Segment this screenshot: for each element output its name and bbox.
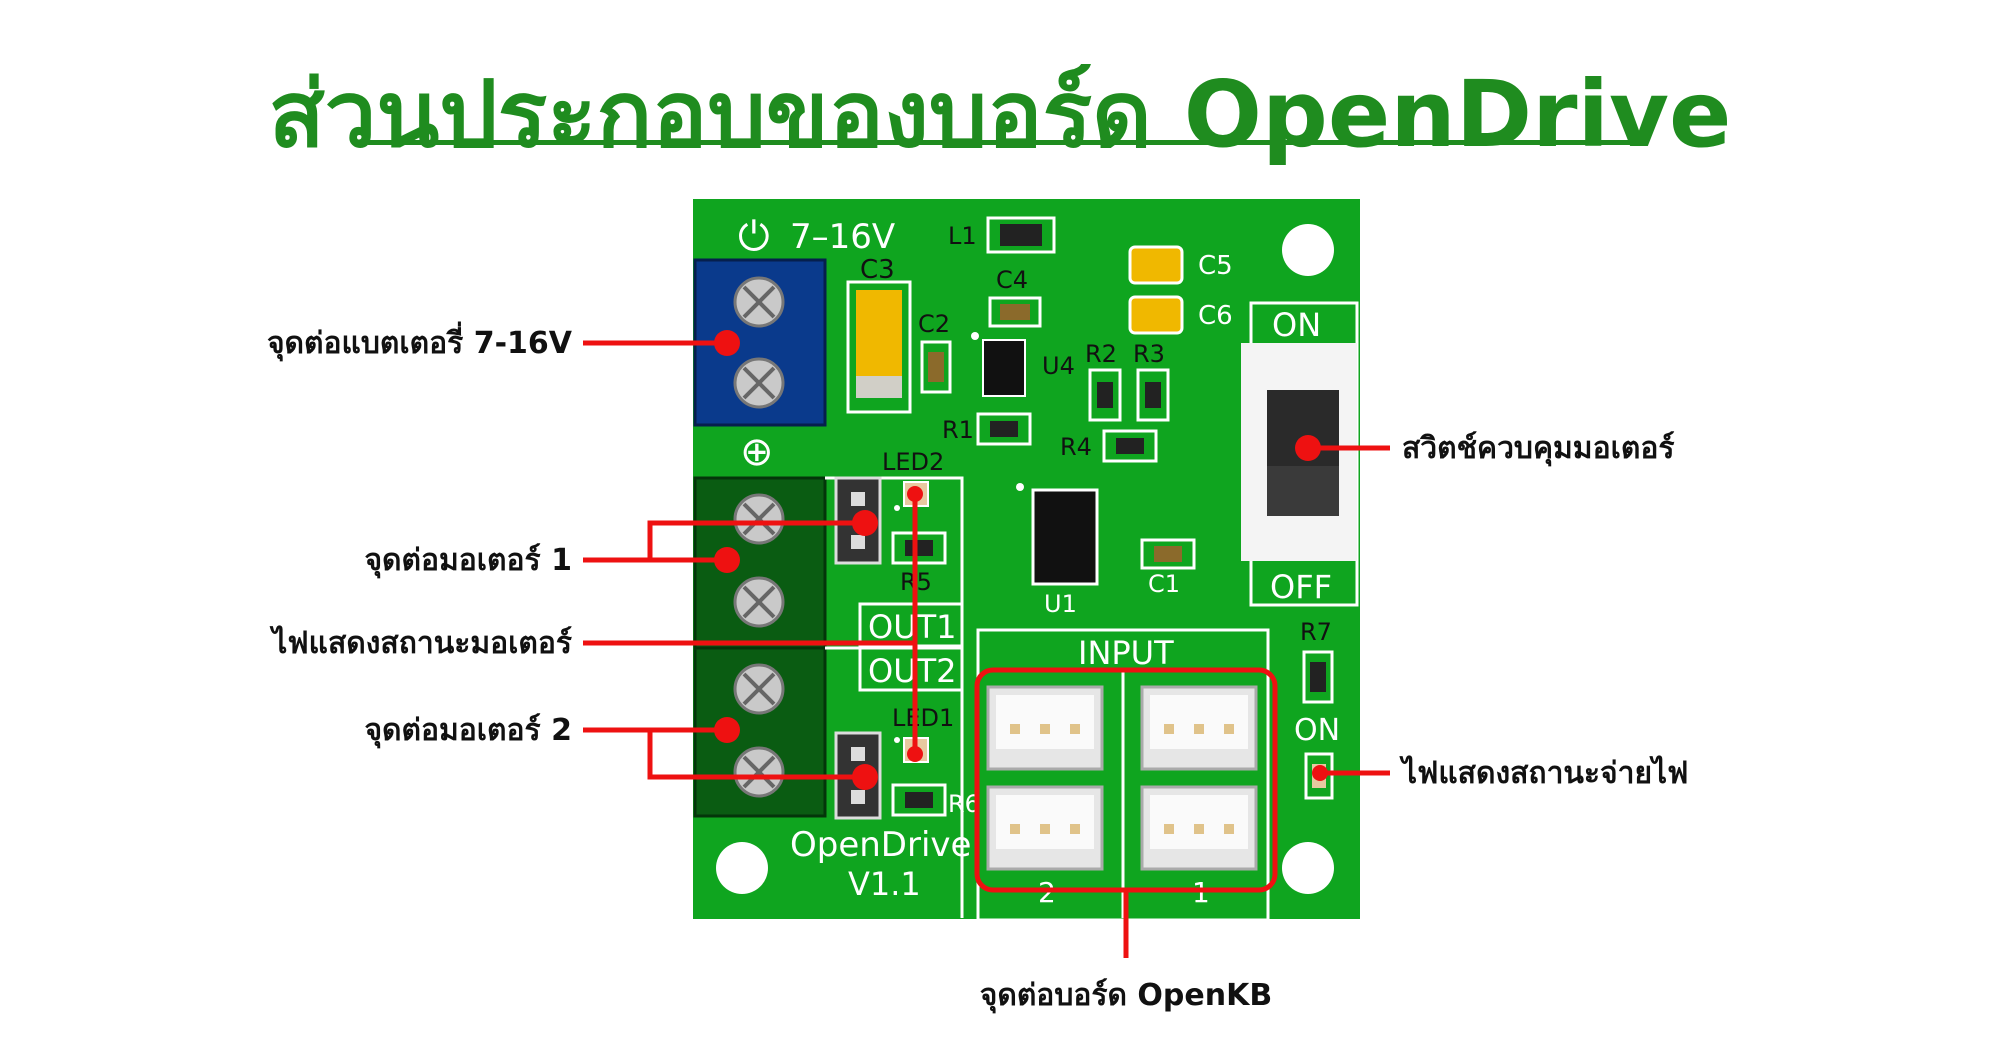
mounting-hole-top-right <box>1282 224 1334 276</box>
c5 <box>1128 245 1184 285</box>
power-on-label: ON <box>1294 713 1340 748</box>
u1 <box>1031 488 1099 586</box>
callout-dot <box>852 764 878 790</box>
switch-off-label: OFF <box>1270 568 1332 606</box>
input-connector <box>986 785 1104 871</box>
r2-label: R2 <box>1085 340 1117 368</box>
power-symbol: ⏻ <box>738 214 770 260</box>
screw-icon <box>733 663 785 715</box>
c6-label: C6 <box>1198 301 1233 331</box>
led2-label: LED2 <box>882 448 944 476</box>
callout-dot <box>714 330 740 356</box>
r7-label: R7 <box>1300 618 1332 646</box>
callout-motor2: จุดต่อมอเตอร์ 2 <box>364 713 572 748</box>
board-diagram: ⏻ 7–16V ⊕ OUT1 OUT2 LED2 LED1 R6 OpenDri… <box>583 199 1390 958</box>
screw-icon <box>733 576 785 628</box>
callout-dot <box>714 547 740 573</box>
screw-icon <box>733 493 785 545</box>
c5-label: C5 <box>1198 251 1233 281</box>
input-label: INPUT <box>1078 634 1174 672</box>
callout-dot <box>907 486 923 502</box>
u1-label: U1 <box>1044 590 1077 618</box>
callout-battery: จุดต่อแบตเตอรี่ 7-16V <box>266 326 572 361</box>
voltage-label: 7–16V <box>790 217 895 257</box>
r3-label: R3 <box>1133 340 1165 368</box>
c1-label: C1 <box>1148 570 1180 598</box>
c2-label: C2 <box>918 310 950 338</box>
u4 <box>982 339 1026 397</box>
board-version: V1.1 <box>848 865 921 903</box>
led1-label: LED1 <box>892 704 954 732</box>
switch-on-label: ON <box>1272 306 1321 344</box>
r1-label: R1 <box>942 416 974 444</box>
screw-icon <box>733 276 785 328</box>
c6 <box>1128 295 1184 335</box>
screw-icon <box>733 357 785 409</box>
mounting-hole-bottom-right <box>1282 842 1334 894</box>
callout-power-led: ไฟแสดงสถานะจ่ายไฟ <box>1402 756 1689 791</box>
plus-symbol: ⊕ <box>740 429 774 475</box>
u4-label: U4 <box>1042 352 1075 380</box>
callout-dot <box>907 746 923 762</box>
callout-switch: สวิตช์ควบคุมมอเตอร์ <box>1402 431 1675 466</box>
input-connector <box>1140 685 1258 771</box>
callout-dot <box>852 510 878 536</box>
callout-dot <box>1295 435 1321 461</box>
out1-label: OUT1 <box>868 608 957 646</box>
mounting-hole-bottom-left <box>716 842 768 894</box>
callout-motor1: จุดต่อมอเตอร์ 1 <box>364 543 572 578</box>
callout-dot <box>1312 765 1328 781</box>
c4-label: C4 <box>996 266 1028 294</box>
callout-openkb: จุดต่อบอร์ด OpenKB <box>979 978 1273 1013</box>
input-connector <box>986 685 1104 771</box>
out2-label: OUT2 <box>868 652 957 690</box>
callout-motor-led: ไฟแสดงสถานะมอเตอร์ <box>272 626 572 661</box>
board-name: OpenDrive <box>790 825 971 865</box>
r4-label: R4 <box>1060 433 1092 461</box>
screw-icon <box>733 746 785 798</box>
l1-label: L1 <box>948 222 977 250</box>
input-connector <box>1140 785 1258 871</box>
callout-dot <box>714 717 740 743</box>
